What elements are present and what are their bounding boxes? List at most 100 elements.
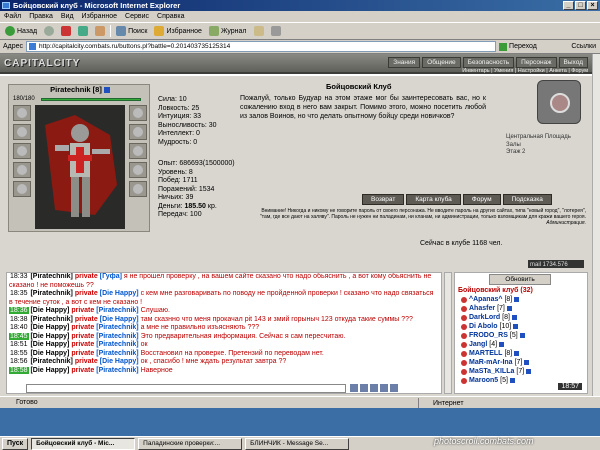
- chat-recipient[interactable]: [Piratechnik]: [96, 333, 138, 340]
- favorites-button[interactable]: Избранное: [152, 25, 203, 37]
- task-combats[interactable]: Бойцовский клуб - Mic...: [31, 437, 136, 450]
- user-name[interactable]: Jangl: [469, 340, 487, 349]
- menu-file[interactable]: Файл: [4, 13, 21, 20]
- user-list-item[interactable]: Ahasfer [7]: [455, 304, 587, 313]
- user-list-item[interactable]: ^Apanas^ [8]: [455, 295, 587, 304]
- menu-edit[interactable]: Правка: [29, 13, 53, 20]
- menu-favorites[interactable]: Избранное: [82, 13, 117, 20]
- search-button[interactable]: Поиск: [114, 25, 149, 37]
- task-messenger[interactable]: БЛИНЧИК - Message Se...: [245, 437, 350, 450]
- private-message-icon[interactable]: [461, 359, 467, 366]
- return-button[interactable]: Возврат: [362, 194, 405, 205]
- room-link-central-square[interactable]: Центральная Площадь: [506, 134, 571, 142]
- smiley-icon[interactable]: [370, 384, 378, 392]
- info-icon[interactable]: [511, 315, 517, 320]
- amulet-slot[interactable]: [13, 124, 31, 140]
- tab-exit[interactable]: Выход: [558, 57, 588, 68]
- user-list-item[interactable]: DarkLord [8]: [455, 313, 587, 322]
- private-message-icon[interactable]: [461, 350, 467, 357]
- info-icon[interactable]: [526, 369, 532, 374]
- chat-sender[interactable]: [Piratechnik]: [29, 290, 75, 297]
- chat-sender[interactable]: [Die Happy]: [29, 367, 72, 374]
- chat-input[interactable]: [26, 384, 346, 393]
- refresh-users-button[interactable]: Обновить: [489, 274, 551, 285]
- chat-sender[interactable]: [Die Happy]: [29, 307, 72, 314]
- user-list-item[interactable]: FRODO_RS [5]: [455, 331, 587, 340]
- hint-button[interactable]: Подсказка: [502, 194, 552, 205]
- home-button[interactable]: [93, 25, 107, 37]
- settings-icon[interactable]: [390, 384, 398, 392]
- tab-security[interactable]: Безопасность: [462, 57, 515, 68]
- go-button[interactable]: Переход: [499, 42, 537, 51]
- chat-scrollbar[interactable]: [444, 272, 452, 394]
- user-list-item[interactable]: MaR-mAr-Ina [7]: [455, 358, 587, 367]
- armor-slot[interactable]: [13, 162, 31, 178]
- menu-help[interactable]: Справка: [157, 13, 184, 20]
- page-scrollbar[interactable]: [592, 54, 600, 396]
- private-message-icon[interactable]: [461, 323, 467, 330]
- info-icon[interactable]: [514, 297, 520, 302]
- clear-icon[interactable]: [360, 384, 368, 392]
- info-icon[interactable]: [509, 378, 515, 383]
- private-message-icon[interactable]: [461, 305, 467, 312]
- info-icon[interactable]: [103, 87, 110, 94]
- refresh-button[interactable]: [76, 25, 90, 37]
- chat-log[interactable]: 18:33 [Piratechnik] private [Гуфа] я не …: [6, 272, 442, 394]
- chat-sender[interactable]: [Piratechnik]: [29, 273, 75, 280]
- belt-slot[interactable]: [13, 181, 31, 197]
- chat-recipient[interactable]: [Piratechnik]: [96, 307, 138, 314]
- info-icon[interactable]: [514, 351, 520, 356]
- room-link-floor-2[interactable]: Этаж 2: [506, 149, 571, 157]
- info-icon[interactable]: [524, 360, 530, 365]
- boots-slot[interactable]: [129, 181, 147, 197]
- user-name[interactable]: MARTELL: [469, 349, 502, 358]
- chat-sender[interactable]: [Piratechnik]: [29, 316, 75, 323]
- start-button[interactable]: Пуск: [2, 437, 29, 450]
- links-button[interactable]: Ссылки: [571, 43, 600, 50]
- address-input[interactable]: http://capitalcity.combats.ru/buttons.pl…: [26, 41, 497, 52]
- info-icon[interactable]: [513, 324, 519, 329]
- forward-button[interactable]: [42, 25, 56, 37]
- print-button[interactable]: [269, 25, 283, 37]
- user-list-item[interactable]: MaSTa_KILLa [7]: [455, 367, 587, 376]
- user-list-item[interactable]: Di Abolo [10]: [455, 322, 587, 331]
- chat-recipient[interactable]: [Piratechnik]: [96, 341, 138, 348]
- private-message-icon[interactable]: [461, 368, 467, 375]
- chat-recipient[interactable]: [Die Happy]: [100, 358, 139, 365]
- info-icon[interactable]: [499, 342, 505, 347]
- mail-button[interactable]: [252, 25, 266, 37]
- room-minimap[interactable]: [537, 80, 581, 124]
- game-subnav[interactable]: Инвентарь | Умения | Настройки | Анкета …: [462, 68, 588, 74]
- stop-button[interactable]: [59, 25, 73, 37]
- maximize-button[interactable]: □: [575, 1, 586, 10]
- gloves-slot[interactable]: [129, 143, 147, 159]
- user-name[interactable]: Ahasfer: [469, 304, 495, 313]
- info-icon[interactable]: [519, 333, 525, 338]
- info-icon[interactable]: [506, 306, 512, 311]
- private-message-icon[interactable]: [461, 296, 467, 303]
- club-map-button[interactable]: Карта клуба: [406, 194, 461, 205]
- task-paladin[interactable]: Паладинские проверки:...: [138, 437, 243, 450]
- close-button[interactable]: ×: [587, 1, 598, 10]
- user-name[interactable]: Di Abolo: [469, 322, 498, 331]
- chat-sender[interactable]: [Die Happy]: [29, 324, 72, 331]
- minimize-button[interactable]: _: [563, 1, 574, 10]
- back-button[interactable]: Назад: [3, 25, 39, 37]
- helmet-slot[interactable]: [13, 105, 31, 121]
- user-name[interactable]: MaSTa_KILLa: [469, 367, 514, 376]
- filter-icon[interactable]: [380, 384, 388, 392]
- shield-slot[interactable]: [129, 162, 147, 178]
- chat-recipient[interactable]: [Die Happy]: [100, 290, 139, 297]
- user-list-item[interactable]: Jangl [4]: [455, 340, 587, 349]
- user-name[interactable]: MaR-mAr-Ina: [469, 358, 513, 367]
- menu-view[interactable]: Вид: [61, 13, 74, 20]
- private-message-icon[interactable]: [461, 341, 467, 348]
- ring-slot-1[interactable]: [129, 124, 147, 140]
- forum-button[interactable]: Форум: [462, 194, 501, 205]
- tab-communication[interactable]: Общение: [422, 57, 461, 68]
- private-message-icon[interactable]: [461, 314, 467, 321]
- chat-sender[interactable]: [Die Happy]: [29, 341, 72, 348]
- private-message-icon[interactable]: [461, 377, 467, 384]
- chat-sender[interactable]: [Die Happy]: [29, 333, 72, 340]
- send-icon[interactable]: [350, 384, 358, 392]
